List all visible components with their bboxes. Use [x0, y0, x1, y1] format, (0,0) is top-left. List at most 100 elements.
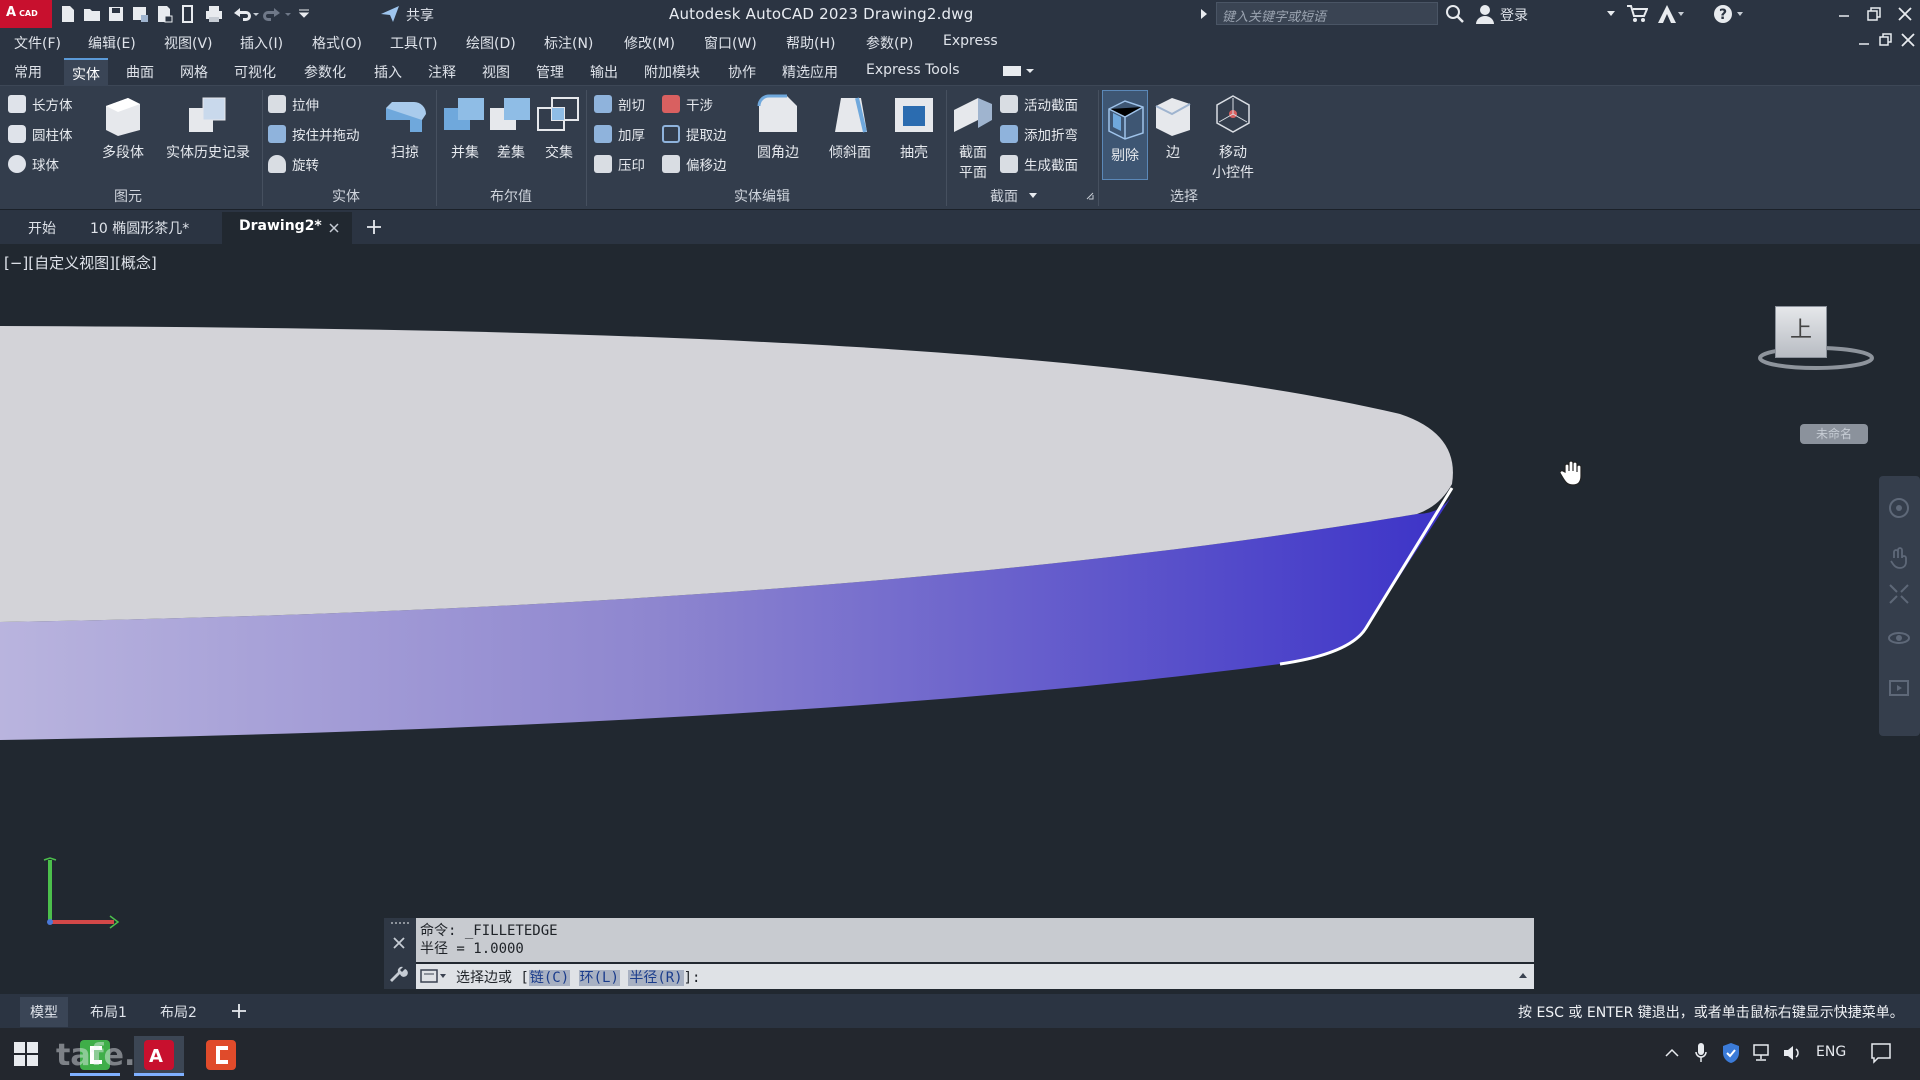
- windows-start-icon[interactable]: [12, 1040, 40, 1068]
- customize-dropdown-icon[interactable]: [294, 4, 314, 24]
- print-icon[interactable]: [204, 4, 224, 24]
- new-layout-plus-icon[interactable]: [231, 1003, 247, 1019]
- save-as-icon[interactable]: [130, 4, 150, 24]
- command-close-icon[interactable]: [392, 936, 406, 950]
- tab-view[interactable]: 视图: [482, 62, 510, 82]
- search-expand-icon[interactable]: [1200, 8, 1208, 20]
- move-gizmo-button[interactable]: 移动 小控件: [1200, 92, 1266, 182]
- doc-restore-icon[interactable]: [1876, 30, 1900, 54]
- plot-preview-icon[interactable]: [178, 4, 198, 24]
- tab-surface[interactable]: 曲面: [126, 62, 154, 82]
- polysolid-button[interactable]: 多段体: [98, 92, 148, 162]
- tab-home[interactable]: 常用: [14, 62, 42, 82]
- doc-close-icon[interactable]: [1898, 30, 1920, 54]
- live-section-button[interactable]: 活动截面: [1000, 92, 1078, 116]
- microphone-icon[interactable]: [1694, 1042, 1708, 1064]
- cylinder-button[interactable]: 圆柱体: [8, 122, 73, 146]
- edge-filter-button[interactable]: 边: [1150, 92, 1196, 162]
- notification-center-icon[interactable]: [1870, 1042, 1892, 1064]
- undo-icon[interactable]: [230, 4, 260, 24]
- taskbar-autocad-icon[interactable]: A: [134, 1036, 184, 1076]
- tray-chevron-up-icon[interactable]: [1664, 1046, 1680, 1058]
- section-expand-icon[interactable]: [1028, 192, 1038, 200]
- tab-output[interactable]: 输出: [590, 62, 618, 82]
- tab-annotate[interactable]: 注释: [428, 62, 456, 82]
- tab-visualize[interactable]: 可视化: [234, 62, 276, 82]
- viewcube-top-face[interactable]: 上: [1775, 306, 1827, 358]
- option-loop[interactable]: 环(L): [578, 970, 620, 986]
- extract-edges-button[interactable]: 提取边: [662, 122, 727, 146]
- menu-format[interactable]: 格式(O): [312, 33, 362, 53]
- recent-commands-icon[interactable]: [420, 969, 448, 983]
- redo-icon[interactable]: [262, 4, 292, 24]
- interfere-button[interactable]: 干涉: [662, 92, 713, 116]
- menu-view[interactable]: 视图(V): [164, 33, 213, 53]
- help-icon[interactable]: ?: [1712, 3, 1746, 25]
- showmotion-icon[interactable]: [1887, 676, 1911, 700]
- cart-icon[interactable]: [1626, 4, 1648, 24]
- offset-edge-button[interactable]: 偏移边: [662, 152, 727, 176]
- tab-collaborate[interactable]: 协作: [728, 62, 756, 82]
- culling-button[interactable]: 剔除: [1102, 90, 1148, 180]
- zoom-extents-icon[interactable]: [1887, 582, 1911, 606]
- doc-minimize-icon[interactable]: [1854, 30, 1878, 54]
- close-icon[interactable]: [1893, 2, 1917, 26]
- tab-drawing2[interactable]: Drawing2*: [239, 218, 322, 234]
- solid-model[interactable]: [0, 244, 1920, 1012]
- tab-mesh[interactable]: 网格: [180, 62, 208, 82]
- menu-tools[interactable]: 工具(T): [390, 33, 437, 53]
- ribbon-minimize-icon[interactable]: [1002, 64, 1036, 78]
- menu-file[interactable]: 文件(F): [14, 33, 61, 53]
- imprint-button[interactable]: 压印: [594, 152, 645, 176]
- tab-manage[interactable]: 管理: [536, 62, 564, 82]
- menu-insert[interactable]: 插入(I): [240, 33, 283, 53]
- tab-addins[interactable]: 附加模块: [644, 62, 700, 82]
- login-button[interactable]: 登录: [1500, 5, 1528, 25]
- menu-express[interactable]: Express: [943, 33, 998, 49]
- command-line-grip[interactable]: [384, 918, 416, 989]
- publish-icon[interactable]: [154, 4, 174, 24]
- generate-section-button[interactable]: 生成截面: [1000, 152, 1078, 176]
- wcs-menu[interactable]: 未命名: [1800, 424, 1868, 444]
- subtract-button[interactable]: 差集: [488, 92, 534, 162]
- customize-wrench-icon[interactable]: [390, 966, 408, 984]
- app-logo[interactable]: A CAD: [0, 0, 52, 28]
- sweep-button[interactable]: 扫掠: [380, 92, 430, 162]
- tab-model[interactable]: 模型: [20, 997, 68, 1027]
- revolve-button[interactable]: 旋转: [268, 152, 319, 176]
- menu-help[interactable]: 帮助(H): [786, 33, 835, 53]
- input-language-indicator[interactable]: ENG: [1816, 1044, 1846, 1060]
- tab-express-tools[interactable]: Express Tools: [866, 62, 960, 78]
- save-icon[interactable]: [106, 4, 126, 24]
- grip-dots-icon[interactable]: [390, 920, 410, 926]
- taskbar-recorder-icon[interactable]: [196, 1036, 246, 1076]
- open-folder-icon[interactable]: [82, 4, 102, 24]
- section-dialog-launcher-icon[interactable]: [1086, 192, 1094, 200]
- drawing-viewport[interactable]: [−][自定义视图][概念] 上 未命名: [0, 244, 1920, 1012]
- tab-close-icon[interactable]: [328, 222, 340, 234]
- menu-modify[interactable]: 修改(M): [624, 33, 675, 53]
- volume-icon[interactable]: [1782, 1043, 1802, 1063]
- share-button[interactable]: 共享: [406, 5, 434, 25]
- sphere-button[interactable]: 球体: [8, 152, 59, 176]
- tab-oval-table-drawing[interactable]: 10 椭圆形茶几*: [90, 218, 189, 238]
- menu-edit[interactable]: 编辑(E): [88, 33, 136, 53]
- orbit-icon[interactable]: [1887, 626, 1911, 650]
- slice-button[interactable]: 剖切: [594, 92, 645, 116]
- command-history-expand-icon[interactable]: [1518, 971, 1528, 979]
- tab-layout2[interactable]: 布局2: [160, 1002, 197, 1022]
- autodesk-a360-icon[interactable]: [1656, 3, 1686, 25]
- union-button[interactable]: 并集: [442, 92, 488, 162]
- intersect-button[interactable]: 交集: [536, 92, 582, 162]
- menu-dimension[interactable]: 标注(N): [544, 33, 593, 53]
- option-radius[interactable]: 半径(R): [628, 970, 684, 986]
- tab-featured-apps[interactable]: 精选应用: [782, 62, 838, 82]
- box-button[interactable]: 长方体: [8, 92, 73, 116]
- menu-window[interactable]: 窗口(W): [704, 33, 757, 53]
- tab-solid[interactable]: 实体: [64, 58, 108, 86]
- steering-wheel-icon[interactable]: [1887, 496, 1911, 520]
- command-input[interactable]: 选择边或 [链(C) 环(L) 半径(R)]:: [416, 964, 1534, 989]
- thicken-button[interactable]: 加厚: [594, 122, 645, 146]
- fillet-edge-button[interactable]: 圆角边: [750, 92, 806, 162]
- search-input[interactable]: 键入关键字或短语: [1216, 2, 1438, 25]
